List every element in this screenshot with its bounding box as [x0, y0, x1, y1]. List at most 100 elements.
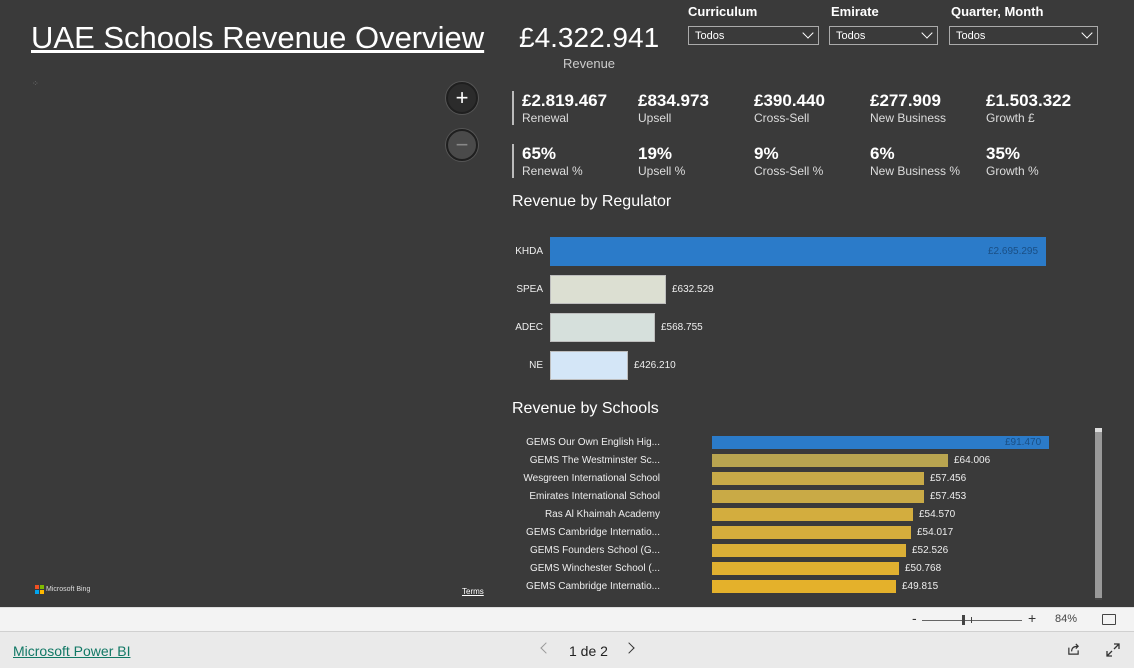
regulator-bar[interactable] [550, 313, 655, 342]
school-bar[interactable] [712, 526, 911, 539]
kpi-value: 65% [522, 144, 557, 163]
kpi-upsell-pct: 19% Upsell % [638, 144, 685, 178]
curriculum-dropdown[interactable]: Todos [688, 26, 819, 45]
school-category-label: GEMS Winchester School (... [529, 563, 660, 574]
scrollbar-thumb[interactable] [1095, 432, 1102, 598]
map-marker: ⁘ [32, 79, 39, 88]
school-value-label: £49.815 [902, 581, 939, 592]
quarter-month-slicer-label: Quarter, Month [951, 4, 1044, 19]
curriculum-slicer-label: Curriculum [688, 4, 758, 19]
total-revenue-label: Revenue [563, 56, 616, 71]
school-value-label: £52.526 [912, 545, 949, 556]
school-category-label: Emirates International School [529, 491, 660, 502]
kpi-label: Cross-Sell % [754, 164, 824, 178]
quarter-month-dropdown-value: Todos [956, 29, 986, 42]
kpi-growth-pct: 35% Growth % [986, 144, 1039, 178]
next-page-icon[interactable] [623, 642, 635, 654]
regulator-bar[interactable] [550, 237, 1046, 266]
school-bar[interactable] [712, 454, 948, 467]
report-title: UAE Schools Revenue Overview [31, 20, 485, 55]
map-zoom-in-button[interactable]: + [446, 82, 478, 114]
kpi-label: Cross-Sell [754, 111, 810, 125]
school-category-label: GEMS Our Own English Hig... [526, 437, 660, 448]
bing-label: Microsoft Bing [46, 586, 91, 593]
school-bar[interactable] [712, 562, 899, 575]
kpi-cross-sell: £390.440 Cross-Sell [754, 91, 825, 125]
chevron-down-icon [802, 27, 814, 39]
emirate-dropdown-value: Todos [836, 29, 866, 42]
microsoft-logo-icon [35, 585, 44, 594]
zoom-slider-thumb[interactable] [962, 615, 965, 625]
kpi-value: £390.440 [754, 91, 825, 110]
regulator-category-label: ADEC [515, 322, 543, 333]
regulator-value-label: £426.210 [634, 360, 676, 371]
kpi-renewal: £2.819.467 Renewal [522, 91, 607, 125]
kpi-value: 9% [754, 144, 779, 163]
school-bar[interactable] [712, 490, 924, 503]
map-zoom-out-button[interactable]: − [446, 129, 478, 161]
school-value-label: £54.017 [917, 527, 954, 538]
power-bi-link[interactable]: Microsoft Power BI [13, 643, 130, 659]
school-category-label: Wesgreen International School [523, 473, 660, 484]
kpi-value: £1.503.322 [986, 91, 1072, 110]
kpi-row-divider [512, 91, 514, 125]
kpi-value: £834.973 [638, 91, 709, 110]
map-terms-link[interactable]: Terms [462, 587, 484, 596]
bing-logo: Microsoft Bing [35, 585, 90, 594]
school-category-label: GEMS Cambridge Internatio... [526, 527, 660, 538]
school-bar[interactable] [712, 544, 906, 557]
kpi-value: 35% [986, 144, 1021, 163]
kpi-new-business-pct: 6% New Business % [870, 144, 960, 178]
regulator-chart-title: Revenue by Regulator [512, 193, 672, 210]
kpi-renewal-pct: 65% Renewal % [522, 144, 583, 178]
emirate-slicer-label: Emirate [831, 4, 879, 19]
school-value-label: £57.456 [930, 473, 967, 484]
quarter-month-dropdown[interactable]: Todos [949, 26, 1098, 45]
zoom-slider-tick [971, 617, 972, 623]
zoom-out-button[interactable]: - [912, 610, 917, 626]
zoom-slider[interactable] [922, 620, 1022, 621]
report-canvas: UAE Schools Revenue Overview ⁘ + − Micro… [0, 0, 1134, 607]
footer-bar: Microsoft Power BI 1 de 2 [0, 631, 1134, 668]
regulator-value-label: £2.695.295 [988, 246, 1039, 257]
school-category-label: GEMS Founders School (G... [529, 545, 660, 556]
kpi-label: Growth £ [986, 111, 1035, 125]
zoom-in-button[interactable]: + [1028, 610, 1036, 626]
school-value-label: £54.570 [919, 509, 956, 520]
school-bar[interactable] [712, 472, 924, 485]
kpi-cross-sell-pct: 9% Cross-Sell % [754, 144, 823, 178]
page-indicator: 1 de 2 [569, 643, 608, 659]
school-bar[interactable] [712, 436, 1049, 449]
emirate-dropdown[interactable]: Todos [829, 26, 938, 45]
school-value-label: £64.006 [954, 455, 991, 466]
school-category-label: GEMS Cambridge Internatio... [526, 581, 660, 592]
total-revenue-value: £4.322.941 [519, 22, 660, 53]
regulator-bar[interactable] [550, 351, 628, 380]
curriculum-dropdown-value: Todos [695, 29, 725, 42]
fullscreen-icon[interactable] [1106, 643, 1120, 657]
curriculum-slicer: Curriculum Todos [688, 4, 819, 45]
schools-chart-title: Revenue by Schools [512, 400, 659, 417]
chevron-down-icon [1081, 27, 1093, 39]
regulator-category-label: NE [529, 360, 543, 371]
school-value-label: £91.470 [1005, 437, 1042, 448]
kpi-label: Upsell [638, 111, 672, 125]
fit-to-page-icon[interactable] [1102, 614, 1116, 625]
school-bar[interactable] [712, 580, 896, 593]
regulator-bar[interactable] [550, 275, 666, 304]
kpi-label: Renewal [522, 111, 569, 125]
school-bar[interactable] [712, 508, 913, 521]
chevron-down-icon [921, 27, 933, 39]
regulator-category-label: SPEA [516, 284, 543, 295]
previous-page-icon[interactable] [540, 642, 552, 654]
share-icon[interactable] [1067, 643, 1080, 656]
kpi-label: Growth % [986, 164, 1039, 178]
kpi-label: New Business % [870, 164, 961, 178]
regulator-value-label: £568.755 [661, 322, 703, 333]
kpi-label: Upsell % [638, 164, 686, 178]
regulator-value-label: £632.529 [672, 284, 714, 295]
kpi-value: £277.909 [870, 91, 941, 110]
emirate-slicer: Emirate Todos [829, 4, 938, 45]
zoom-bar: - + 84% [0, 607, 1134, 632]
regulator-category-label: KHDA [515, 246, 543, 257]
